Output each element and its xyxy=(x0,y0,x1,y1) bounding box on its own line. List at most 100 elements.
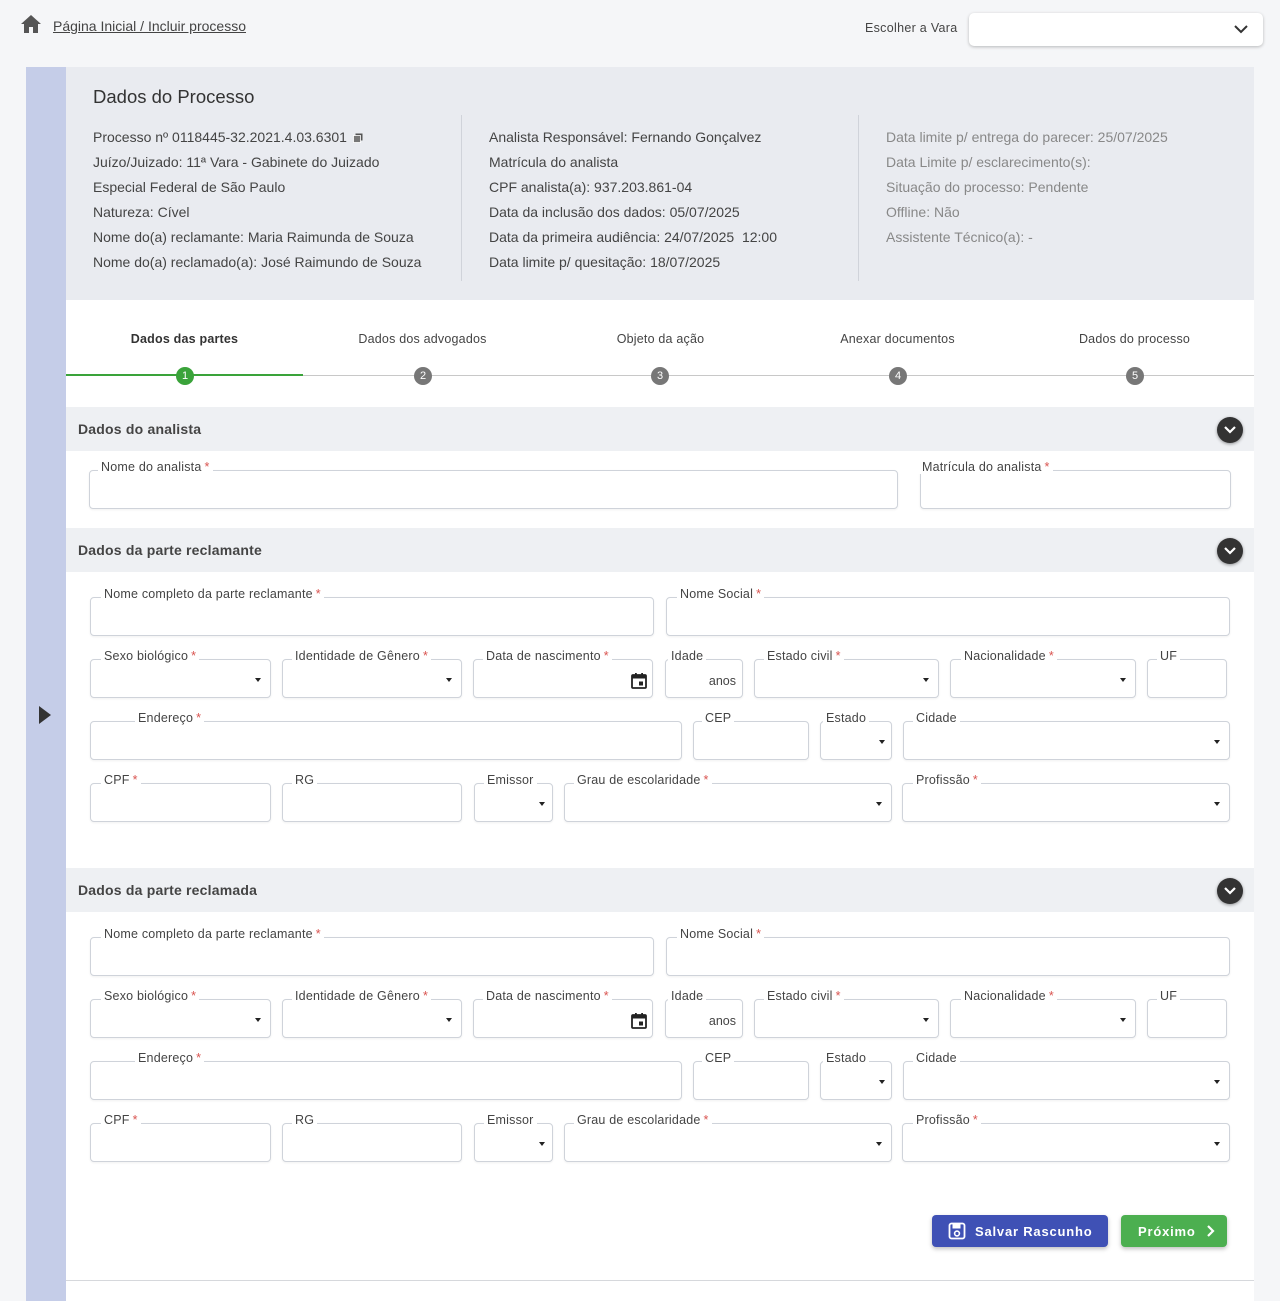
step-3-indicator[interactable]: 3 xyxy=(651,367,669,385)
column-divider xyxy=(858,115,859,281)
info-row-natureza: Natureza: Cível xyxy=(93,204,190,220)
reclamante-nascimento-input[interactable]: Data de nascimento * xyxy=(473,649,653,698)
dropdown-caret-icon xyxy=(539,1142,545,1146)
field-label: Sexo biológico xyxy=(104,989,189,1003)
collapse-chevron-icon[interactable] xyxy=(1217,538,1243,564)
idade-suffix: anos xyxy=(708,674,736,688)
step-dados-processo-label[interactable]: Dados do processo xyxy=(1016,332,1253,346)
step-dados-advogados-label[interactable]: Dados dos advogados xyxy=(304,332,541,346)
calendar-icon[interactable] xyxy=(630,672,648,690)
vara-select[interactable] xyxy=(969,13,1263,46)
step-4-indicator[interactable]: 4 xyxy=(889,367,907,385)
process-info-column-2: Analista Responsável: Fernando Gonçalvez… xyxy=(489,125,849,275)
field-label: Endereço xyxy=(138,711,194,725)
collapse-chevron-icon[interactable] xyxy=(1217,417,1243,443)
reclamada-nome-social-input[interactable]: Nome Social * xyxy=(666,927,1230,976)
field-label: CEP xyxy=(705,1051,732,1065)
matricula-analista-label: Matrícula do analista xyxy=(922,460,1042,474)
info-row-inclusao: Data da inclusão dos dados: 05/07/2025 xyxy=(489,204,740,220)
reclamante-rg-input[interactable]: RG xyxy=(282,773,462,822)
step-dados-partes-label[interactable]: Dados das partes xyxy=(66,332,303,346)
calendar-icon[interactable] xyxy=(630,1012,648,1030)
process-info-column-3: Data limite p/ entrega do parecer: 25/07… xyxy=(886,125,1246,250)
reclamante-nome-social-input[interactable]: Nome Social * xyxy=(666,587,1230,636)
field-label: Profissão xyxy=(916,773,970,787)
reclamada-emissor-select[interactable]: Emissor xyxy=(474,1113,553,1162)
reclamante-cep-input[interactable]: CEP xyxy=(693,711,809,760)
reclamada-nacionalidade-select[interactable]: Nacionalidade * xyxy=(950,989,1136,1038)
section-header-analista: Dados do analista xyxy=(66,407,1254,451)
reclamante-genero-select[interactable]: Identidade de Gênero * xyxy=(282,649,462,698)
reclamada-nascimento-input[interactable]: Data de nascimento * xyxy=(473,989,653,1038)
step-objeto-acao-label[interactable]: Objeto da ação xyxy=(542,332,779,346)
reclamante-profissao-select[interactable]: Profissão * xyxy=(902,773,1230,822)
reclamada-endereco-input[interactable]: Endereço * xyxy=(90,1051,682,1100)
info-row-analista: Analista Responsável: Fernando Gonçalvez xyxy=(489,129,762,145)
reclamante-endereco-input[interactable]: Endereço * xyxy=(90,711,682,760)
step-anexar-documentos-label[interactable]: Anexar documentos xyxy=(779,332,1016,346)
matricula-analista-input[interactable]: Matrícula do analista * xyxy=(919,460,1231,509)
reclamante-escolaridade-select[interactable]: Grau de escolaridade * xyxy=(564,773,892,822)
field-label: RG xyxy=(295,773,315,787)
reclamada-rg-input[interactable]: RG xyxy=(282,1113,462,1162)
field-label: UF xyxy=(1160,989,1178,1003)
section-header-reclamada: Dados da parte reclamada xyxy=(66,868,1254,912)
nome-analista-input[interactable]: Nome do analista * xyxy=(89,460,898,509)
info-row-situacao: Situação do processo: Pendente xyxy=(886,179,1089,195)
dropdown-caret-icon xyxy=(876,802,882,806)
reclamante-sexo-select[interactable]: Sexo biológico * xyxy=(90,649,271,698)
collapse-chevron-icon[interactable] xyxy=(1217,878,1243,904)
reclamada-nome-completo-input[interactable]: Nome completo da parte reclamante * xyxy=(90,927,654,976)
field-label: Emissor xyxy=(487,773,534,787)
reclamada-idade-input[interactable]: Idade anos xyxy=(665,989,743,1038)
field-label: Data de nascimento xyxy=(486,649,601,663)
reclamada-genero-select[interactable]: Identidade de Gênero * xyxy=(282,989,462,1038)
reclamada-profissao-select[interactable]: Profissão * xyxy=(902,1113,1230,1162)
dropdown-caret-icon xyxy=(255,1018,261,1022)
reclamada-cep-input[interactable]: CEP xyxy=(693,1051,809,1100)
save-draft-button[interactable]: Salvar Rascunho xyxy=(932,1215,1108,1247)
field-label: Identidade de Gênero xyxy=(295,649,420,663)
reclamada-estado-civil-select[interactable]: Estado civil * xyxy=(754,989,939,1038)
reclamante-estado-select[interactable]: Estado xyxy=(820,711,892,760)
field-label: Nome Social xyxy=(680,587,754,601)
dropdown-caret-icon xyxy=(1214,1142,1220,1146)
reclamante-uf-input[interactable]: UF xyxy=(1147,649,1227,698)
idade-suffix: anos xyxy=(708,1014,736,1028)
reclamada-uf-input[interactable]: UF xyxy=(1147,989,1227,1038)
chevron-down-icon xyxy=(1234,25,1248,34)
step-5-indicator[interactable]: 5 xyxy=(1126,367,1144,385)
reclamante-idade-input[interactable]: Idade anos xyxy=(665,649,743,698)
field-label: Data de nascimento xyxy=(486,989,601,1003)
info-row-matricula: Matrícula do analista xyxy=(489,154,619,170)
breadcrumb[interactable]: Página Inicial / Incluir processo xyxy=(53,18,246,34)
reclamante-cidade-select[interactable]: Cidade xyxy=(903,711,1230,760)
field-label: RG xyxy=(295,1113,315,1127)
field-label: Cidade xyxy=(916,711,957,725)
reclamada-cidade-select[interactable]: Cidade xyxy=(903,1051,1230,1100)
reclamada-estado-select[interactable]: Estado xyxy=(820,1051,892,1100)
next-button[interactable]: Próximo xyxy=(1121,1215,1227,1247)
main-panel: Dados do Processo Processo nº 0118445-32… xyxy=(66,67,1254,1301)
step-1-indicator[interactable]: 1 xyxy=(176,367,194,385)
reclamante-nacionalidade-select[interactable]: Nacionalidade * xyxy=(950,649,1136,698)
reclamante-estado-civil-select[interactable]: Estado civil * xyxy=(754,649,939,698)
reclamada-cpf-input[interactable]: CPF * xyxy=(90,1113,271,1162)
reclamante-nome-completo-input[interactable]: Nome completo da parte reclamante * xyxy=(90,587,654,636)
home-icon[interactable] xyxy=(20,14,42,34)
section-title: Dados da parte reclamante xyxy=(78,542,262,558)
chevron-right-icon xyxy=(1207,1225,1215,1237)
field-label: CEP xyxy=(705,711,732,725)
reclamada-escolaridade-select[interactable]: Grau de escolaridade * xyxy=(564,1113,892,1162)
sidebar-toggle-icon[interactable] xyxy=(39,706,51,724)
info-row-audiencia: Data da primeira audiência: 24/07/2025 1… xyxy=(489,229,777,245)
info-row-processo: Processo nº 0118445-32.2021.4.03.6301 xyxy=(93,125,443,150)
info-row-cpf: CPF analista(a): 937.203.861-04 xyxy=(489,179,693,195)
reclamante-cpf-input[interactable]: CPF * xyxy=(90,773,271,822)
column-divider xyxy=(461,115,462,281)
dropdown-caret-icon xyxy=(255,678,261,682)
reclamante-emissor-select[interactable]: Emissor xyxy=(474,773,553,822)
reclamada-sexo-select[interactable]: Sexo biológico * xyxy=(90,989,271,1038)
step-2-indicator[interactable]: 2 xyxy=(414,367,432,385)
copy-icon[interactable] xyxy=(353,133,363,143)
